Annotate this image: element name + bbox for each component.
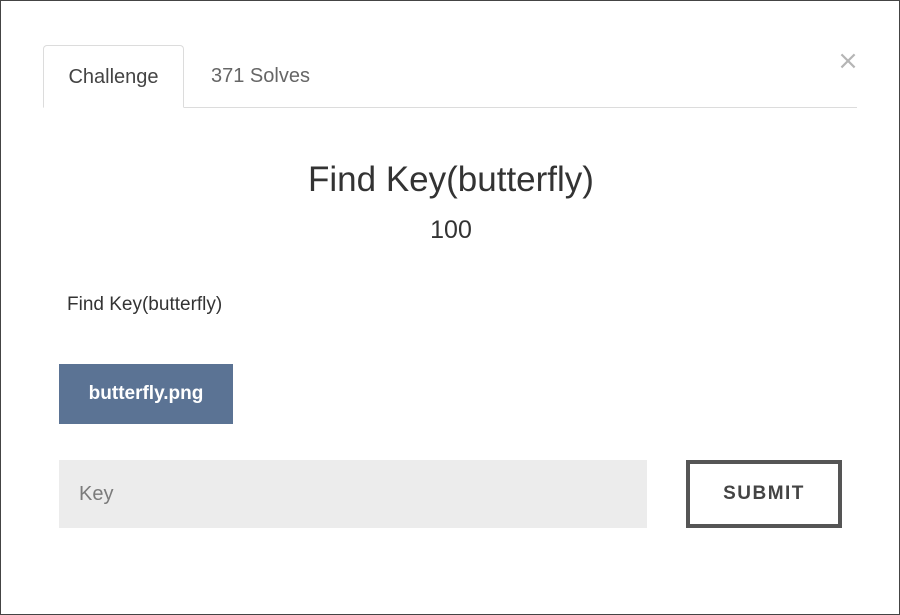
file-download-button[interactable]: butterfly.png [59,364,233,424]
challenge-description: Find Key(butterfly) [67,294,223,315]
challenge-modal: × Challenge 371 Solves Find Key(butterfl… [0,0,900,615]
challenge-title: Find Key(butterfly) [308,160,594,199]
key-input[interactable] [59,460,647,528]
challenge-points: 100 [430,216,472,244]
submit-button[interactable]: SUBMIT [686,460,842,528]
tab-challenge[interactable]: Challenge [43,45,184,108]
tab-bar: Challenge 371 Solves [43,45,857,108]
tab-solves[interactable]: 371 Solves [211,45,310,107]
